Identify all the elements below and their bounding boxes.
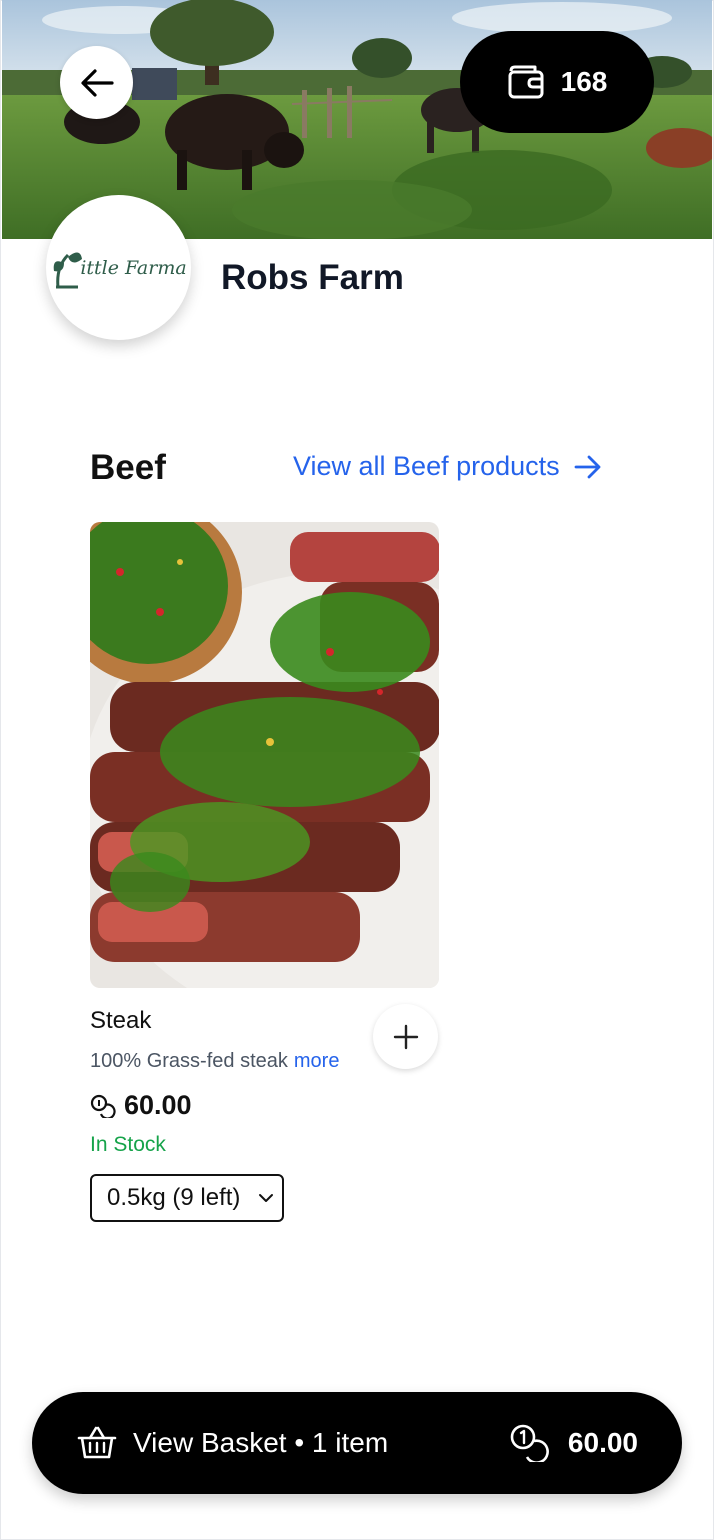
chevron-down-icon [259,1194,273,1202]
basket-total-group: 60.00 [510,1392,638,1494]
basket-summary: View Basket • 1 item [77,1392,388,1494]
coins-icon [510,1424,549,1462]
product-price: 60.00 [124,1090,192,1120]
basket-icon [77,1426,117,1459]
basket-label: View Basket • 1 item [133,1427,389,1458]
view-basket-button[interactable]: View Basket • 1 item 60.00 [32,1392,682,1494]
section-title: Beef [90,448,166,487]
basket-total: 60.00 [567,1427,638,1458]
logo-text: ittle Farma [80,256,187,279]
size-select[interactable]: 0.5kg (9 left) [90,1174,284,1222]
wallet-balance: 168 [560,66,608,97]
product-image[interactable] [90,522,439,988]
stock-status: In Stock [90,1133,166,1156]
view-all-label: View all Beef products [293,451,560,481]
farm-logo: ittle Farma [46,195,191,340]
add-to-basket-button[interactable] [373,1004,438,1069]
coins-icon [90,1094,116,1118]
product-description-text: 100% Grass-fed steak [90,1050,288,1072]
arrow-right-icon [574,455,601,478]
wallet-balance-button[interactable]: 168 [460,31,654,133]
product-name[interactable]: Steak [90,1007,151,1035]
wallet-icon [508,65,544,99]
price-row: 60.00 [90,1090,192,1121]
leaf-logo-icon [54,251,83,288]
farm-name: Robs Farm [221,258,404,297]
more-link[interactable]: more [294,1050,340,1072]
sliced-steak-chimichurri-photo [90,522,439,988]
arrow-left-icon [80,68,114,97]
product-description: 100% Grass-fed steak more [90,1050,339,1073]
size-select-value: 0.5kg (9 left) [107,1184,241,1211]
back-button[interactable] [60,46,133,119]
view-all-link[interactable]: View all Beef products [293,451,602,482]
plus-icon [393,1024,418,1049]
